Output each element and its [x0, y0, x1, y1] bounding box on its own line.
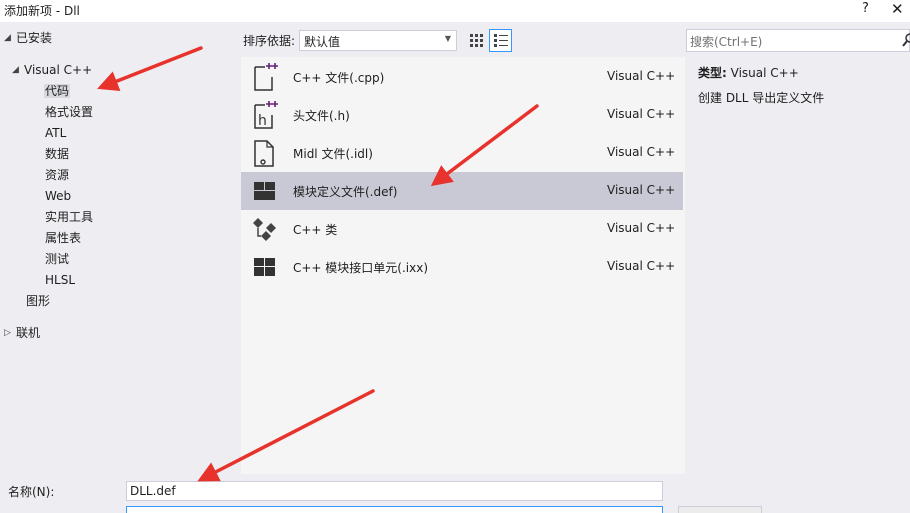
sort-label: 排序依据: [243, 34, 296, 48]
header-file-icon: h [254, 101, 278, 129]
template-item-module-def[interactable]: 模块定义文件(.def) Visual C++ [241, 172, 683, 210]
tree-item-property-sheets[interactable]: 属性表 [45, 228, 81, 248]
location-field[interactable] [126, 506, 663, 513]
dialog-titlebar: 添加新项 - Dll ? ✕ [0, 0, 910, 22]
tree-item-web[interactable]: Web [45, 186, 71, 206]
type-key: 类型: [698, 66, 727, 80]
tree-item-atl[interactable]: ATL [45, 123, 66, 143]
template-item-module-interface[interactable]: C++ 模块接口单元(.ixx) Visual C++ [241, 248, 683, 286]
help-button[interactable]: ? [862, 1, 869, 16]
tree-item-resource[interactable]: 资源 [45, 165, 69, 185]
close-button[interactable]: ✕ [891, 0, 904, 18]
list-view-icon [494, 34, 508, 47]
grid-view-button[interactable] [466, 30, 487, 51]
class-icon [253, 218, 276, 241]
chevron-down-icon: ▼ [444, 34, 451, 43]
template-item-idl-file[interactable]: Midl 文件(.idl) Visual C++ [241, 134, 683, 172]
category-tree: ◢ 已安装 ◢ Visual C++ 代码 格式设置 ATL 数据 资源 Web 实… [0, 22, 232, 472]
list-view-button[interactable] [489, 29, 512, 52]
tree-item-installed[interactable]: ◢ 已安装 [4, 28, 52, 48]
template-item-cpp-file[interactable]: C++ 文件(.cpp) Visual C++ [241, 58, 683, 96]
svg-text:h: h [258, 113, 267, 129]
tree-item-data[interactable]: 数据 [45, 144, 69, 164]
tree-item-utility[interactable]: 实用工具 [45, 207, 93, 227]
grid-view-icon [470, 34, 483, 47]
tree-item-code[interactable]: 代码 [44, 81, 71, 101]
collapsed-arrow-icon[interactable]: ▷ [4, 323, 16, 343]
browse-button[interactable] [678, 506, 762, 513]
module-def-icon [254, 182, 275, 200]
tree-item-graphics[interactable]: 图形 [26, 291, 50, 311]
module-interface-icon [254, 258, 275, 276]
dialog-title: 添加新项 - Dll [4, 4, 80, 18]
search-icon[interactable] [901, 32, 910, 48]
tree-item-formatting[interactable]: 格式设置 [45, 102, 93, 122]
cpp-file-icon [254, 63, 278, 91]
template-item-cpp-class[interactable]: C++ 类 Visual C++ [241, 210, 683, 248]
idl-file-icon [254, 140, 274, 167]
sort-dropdown[interactable]: 默认值 ▼ [299, 30, 457, 51]
expanded-arrow-icon[interactable]: ◢ [12, 60, 24, 80]
tree-item-hlsl[interactable]: HLSL [45, 270, 75, 290]
expanded-arrow-icon[interactable]: ◢ [4, 28, 16, 48]
tree-item-online[interactable]: ▷ 联机 [4, 323, 40, 343]
tree-item-visual-cpp[interactable]: ◢ Visual C++ [12, 60, 92, 80]
template-description: 创建 DLL 导出定义文件 [698, 91, 825, 105]
search-placeholder: 搜索(Ctrl+E) [690, 35, 763, 49]
sort-value: 默认值 [304, 35, 341, 49]
tree-item-test[interactable]: 测试 [45, 249, 69, 269]
template-type-info: 类型: Visual C++ [698, 64, 799, 81]
name-field[interactable]: DLL.def [126, 481, 663, 501]
search-input[interactable]: 搜索(Ctrl+E) [686, 29, 910, 52]
name-label: 名称(N): [8, 485, 55, 499]
template-item-header-file[interactable]: h 头文件(.h) Visual C++ [241, 96, 683, 134]
type-value: Visual C++ [730, 66, 799, 80]
template-list: C++ 文件(.cpp) Visual C++ h 头文件(.h) Visual… [241, 57, 685, 474]
